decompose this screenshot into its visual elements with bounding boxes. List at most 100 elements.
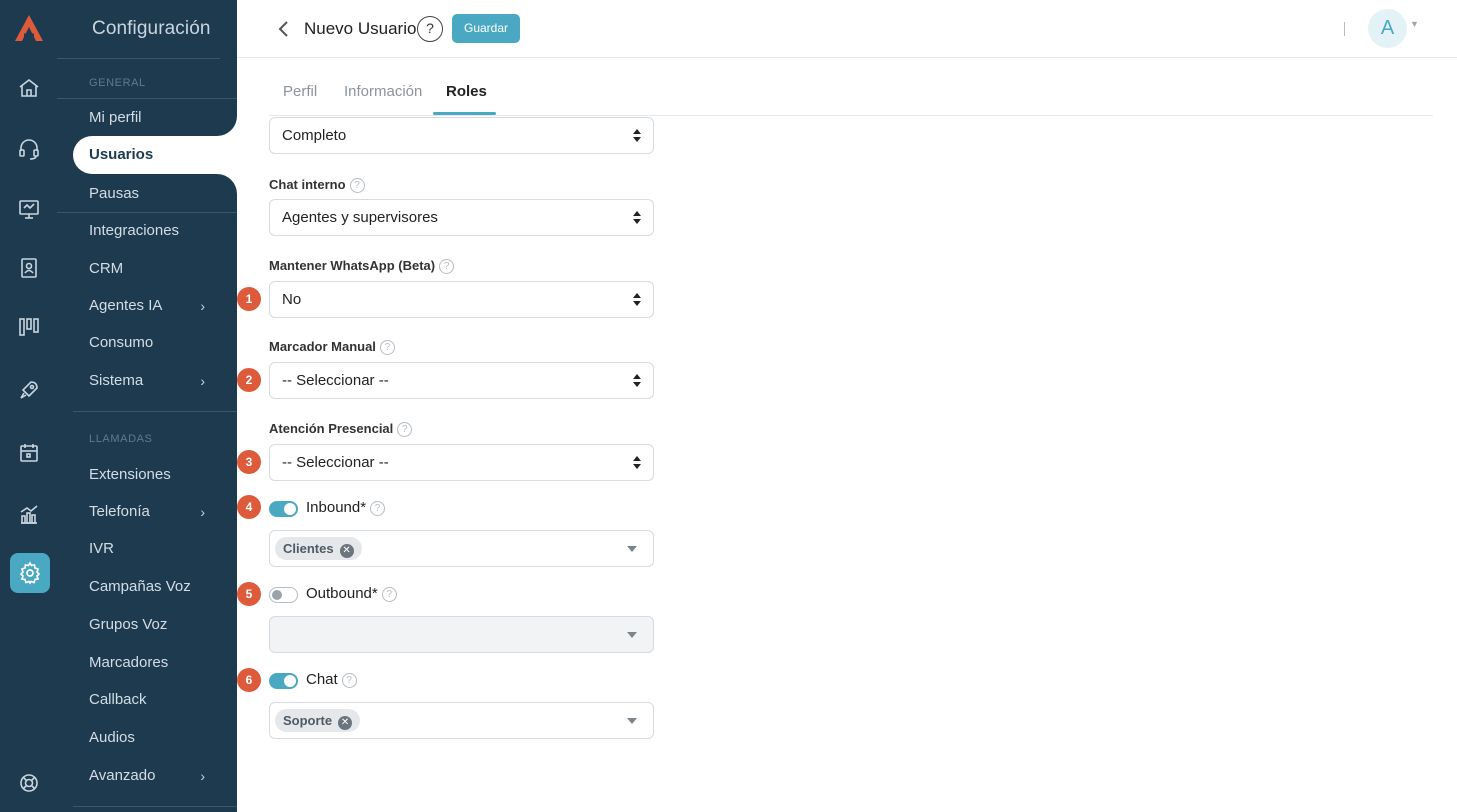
caret-down-icon (627, 632, 637, 638)
atencion-label: Atención Presencial? (269, 421, 413, 437)
help-icon[interactable]: ? (439, 259, 455, 274)
step-badge: 4 (237, 495, 261, 519)
sort-arrows-icon (633, 293, 641, 307)
inbound-label: Inbound*? (306, 499, 386, 516)
chip-label: Soporte (283, 713, 333, 728)
divider (57, 212, 237, 213)
headset-icon[interactable] (17, 137, 41, 161)
help-icon[interactable]: ? (349, 178, 365, 193)
divider (73, 411, 237, 412)
contact-book-icon[interactable] (17, 256, 41, 280)
calendar-icon[interactable] (17, 441, 41, 465)
icon-rail (0, 0, 57, 812)
select-value: Completo (282, 127, 347, 144)
sort-arrows-icon (633, 374, 641, 388)
menu-item-grupos-voz[interactable]: Grupos Voz (89, 614, 237, 636)
monitor-icon[interactable] (17, 197, 41, 221)
chevron-right-icon: › (200, 504, 205, 520)
help-icon[interactable]: ? (417, 16, 443, 42)
outbound-multiselect[interactable] (269, 616, 654, 653)
menu-item-integraciones[interactable]: Integraciones (89, 220, 237, 242)
role-level-select[interactable]: Completo (269, 117, 654, 154)
toggle-knob (272, 590, 282, 600)
chevron-right-icon: › (200, 373, 205, 389)
chat-label: Chat? (306, 671, 357, 688)
tab-roles[interactable]: Roles (446, 83, 487, 100)
help-icon[interactable]: ? (379, 340, 395, 355)
inbound-multiselect[interactable]: Clientes ✕ (269, 530, 654, 567)
menu-item-agentes-ia[interactable]: Agentes IA › (89, 295, 237, 317)
sort-arrows-icon (633, 456, 641, 470)
help-icon[interactable]: ? (370, 501, 386, 516)
page-title: Nuevo Usuario (304, 19, 417, 38)
divider (57, 58, 220, 59)
toggle-knob (284, 675, 296, 687)
sort-arrows-icon (633, 211, 641, 225)
menu-item-sistema[interactable]: Sistema › (89, 370, 237, 392)
menu-item-usuarios[interactable]: Usuarios (73, 136, 237, 174)
step-badge: 6 (237, 668, 261, 692)
select-value: No (282, 291, 302, 308)
help-icon[interactable]: ? (381, 587, 397, 602)
menu-item-avanzado[interactable]: Avanzado › (89, 765, 237, 787)
menu-item-callback[interactable]: Callback (89, 689, 237, 711)
menu-item-consumo[interactable]: Consumo (89, 332, 237, 354)
top-bar: Nuevo Usuario ? Guardar A ▼ (237, 0, 1457, 58)
chat-interno-select[interactable]: Agentes y supervisores (269, 199, 654, 236)
menu-item-ivr[interactable]: IVR (89, 538, 237, 560)
menu-item-audios[interactable]: Audios (89, 727, 237, 749)
menu-item-marcadores[interactable]: Marcadores (89, 652, 237, 674)
chevron-down-icon[interactable]: ▼ (1410, 19, 1419, 29)
back-arrow-icon[interactable] (275, 17, 293, 41)
marcador-select[interactable]: -- Seleccionar -- (269, 362, 654, 399)
menu-item-crm[interactable]: CRM (89, 258, 237, 280)
atencion-select[interactable]: -- Seleccionar -- (269, 444, 654, 481)
section-general: GENERAL (89, 77, 146, 89)
label-text: Inbound* (306, 499, 367, 516)
select-value: Agentes y supervisores (282, 209, 438, 226)
menu-item-campanas-voz[interactable]: Campañas Voz (89, 576, 237, 598)
home-icon[interactable] (17, 76, 41, 100)
label-text: Outbound* (306, 585, 378, 602)
support-icon[interactable] (17, 771, 41, 795)
step-badge: 5 (237, 582, 261, 606)
chat-multiselect[interactable]: Soporte ✕ (269, 702, 654, 739)
rocket-icon[interactable] (17, 378, 41, 402)
chat-interno-label: Chat interno? (269, 177, 365, 193)
settings-icon[interactable] (10, 553, 50, 593)
help-icon[interactable]: ? (397, 422, 413, 437)
label-text: Chat interno (269, 177, 346, 192)
help-icon[interactable]: ? (341, 673, 357, 688)
label-text: Marcador Manual (269, 339, 376, 354)
label-text: Mantener WhatsApp (Beta) (269, 258, 436, 273)
whatsapp-select[interactable]: No (269, 281, 654, 318)
outbound-toggle[interactable] (269, 587, 298, 603)
inbound-toggle[interactable] (269, 501, 298, 517)
chart-icon[interactable] (17, 503, 41, 527)
menu-item-telefonia[interactable]: Telefonía › (89, 501, 237, 523)
remove-chip-icon[interactable]: ✕ (338, 716, 353, 730)
tab-perfil[interactable]: Perfil (283, 83, 317, 100)
chat-toggle[interactable] (269, 673, 298, 689)
menu-item-label: Avanzado (89, 767, 156, 784)
toggle-knob (284, 503, 296, 515)
divider (57, 98, 237, 99)
menu-item-extensiones[interactable]: Extensiones (89, 464, 237, 486)
chip-clientes: Clientes ✕ (275, 537, 362, 560)
chip-soporte: Soporte ✕ (275, 709, 361, 732)
step-badge: 1 (237, 287, 261, 311)
kanban-icon[interactable] (17, 315, 41, 339)
tab-informacion[interactable]: Información (344, 83, 422, 100)
remove-chip-icon[interactable]: ✕ (339, 544, 354, 558)
caret-down-icon (627, 718, 637, 724)
avatar[interactable]: A (1368, 9, 1407, 48)
menu-item-mi-perfil[interactable]: Mi perfil (89, 107, 237, 129)
menu-item-pausas[interactable]: Pausas (89, 183, 237, 205)
divider (1344, 22, 1345, 36)
settings-menu: Configuración GENERAL Mi perfil Usuarios… (57, 0, 237, 812)
marcador-label: Marcador Manual? (269, 339, 395, 355)
select-value: -- Seleccionar -- (282, 454, 389, 471)
logo-icon[interactable] (14, 14, 44, 42)
save-button[interactable]: Guardar (452, 14, 520, 43)
outbound-label: Outbound*? (306, 585, 397, 602)
